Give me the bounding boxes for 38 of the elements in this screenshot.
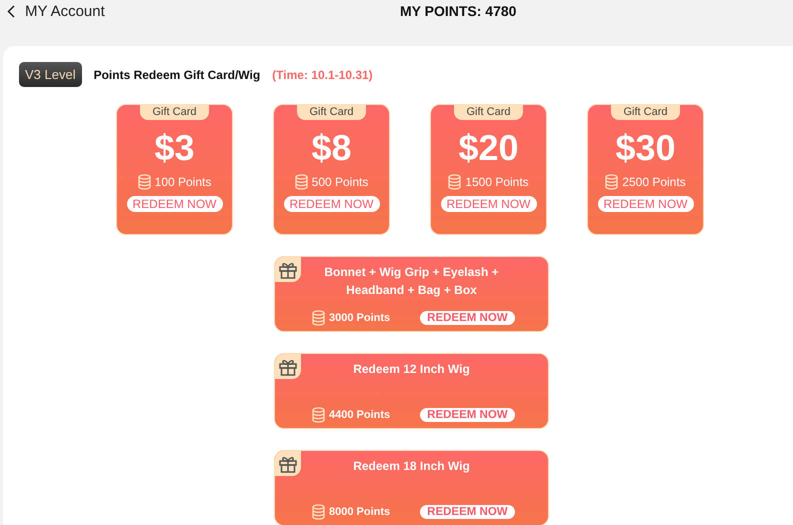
redeem-button[interactable]: REDEEM NOW — [420, 505, 515, 519]
level-badge: V3 Level — [19, 62, 82, 87]
gift-card-tag: Gift Card — [454, 104, 522, 120]
coins-icon — [312, 310, 325, 326]
redeem-button[interactable]: REDEEM NOW — [420, 311, 515, 325]
points-cost: 1500 Points — [465, 175, 529, 189]
redeem-button[interactable]: REDEEM NOW — [598, 196, 694, 212]
redeem-button[interactable]: REDEEM NOW — [126, 196, 222, 212]
back-link[interactable]: MY Account — [25, 3, 105, 20]
coins-icon — [605, 174, 618, 190]
card-amount: $8 — [311, 126, 352, 170]
points-total: MY POINTS: 4780 — [400, 3, 516, 19]
points-cost: 3000 Points — [329, 312, 390, 324]
gift-card-tag: Gift Card — [140, 104, 208, 120]
coins-icon — [448, 174, 462, 190]
redeem-button[interactable]: REDEEM NOW — [420, 408, 515, 422]
coins-icon — [138, 174, 151, 190]
gift-card-tag: Gift Card — [611, 104, 680, 120]
points-cost: 8000 Points — [329, 506, 390, 518]
time-range: (Time: 10.1-10.31) — [272, 68, 373, 82]
card-amount: $3 — [154, 126, 195, 170]
back-icon[interactable] — [7, 5, 15, 18]
coins-icon — [312, 407, 325, 423]
points-cost: 500 Points — [312, 175, 368, 189]
points-cost: 4400 Points — [329, 409, 390, 421]
card-amount: $30 — [615, 126, 676, 170]
product-title: Redeem 18 Inch Wig — [352, 458, 471, 475]
section-title: Points Redeem Gift Card/Wig — [94, 68, 260, 82]
redeem-button[interactable]: REDEEM NOW — [284, 196, 380, 212]
coins-icon — [294, 174, 308, 190]
card-amount: $20 — [458, 126, 519, 170]
redeem-button[interactable]: REDEEM NOW — [440, 196, 536, 212]
product-title: Bonnet + Wig Grip + Eyelash + Headband + Bag + Box — [323, 264, 500, 299]
coins-icon — [312, 504, 325, 520]
product-title: Redeem 12 Inch Wig — [352, 361, 471, 378]
points-cost: 2500 Points — [622, 175, 686, 189]
gift-card-tag: Gift Card — [297, 104, 366, 120]
points-cost: 100 Points — [154, 175, 212, 189]
